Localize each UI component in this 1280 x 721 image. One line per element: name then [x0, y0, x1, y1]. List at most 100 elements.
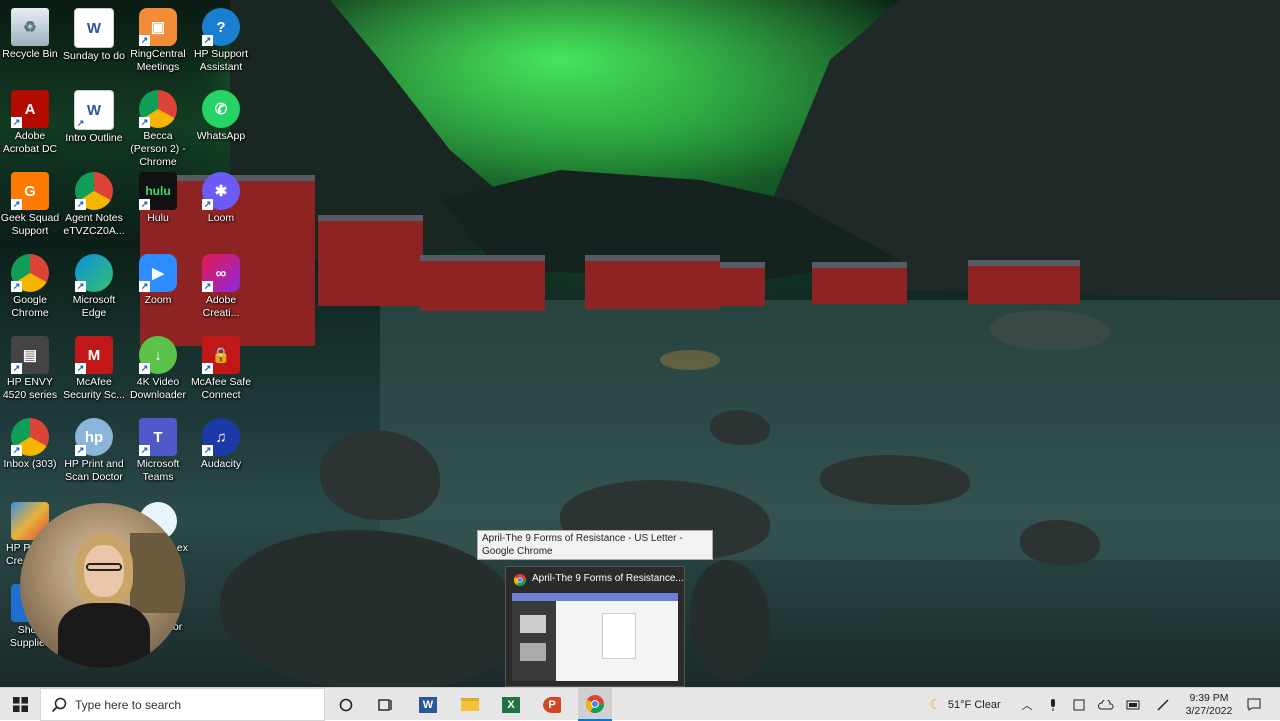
chevron-up-icon: ︿ — [1021, 699, 1033, 712]
zoom-icon: ▶ ↗ — [139, 254, 177, 292]
desktop-icon[interactable]: ♻ Recycle Bin — [0, 4, 62, 84]
notification-center-button[interactable] — [1244, 688, 1264, 721]
desktop-icon[interactable]: ∞ ↗ Adobe Creati... — [189, 250, 253, 330]
desktop-icon-label: Microsoft Teams — [136, 458, 180, 483]
wallpaper-hut — [720, 262, 765, 306]
thumbnail-preview — [512, 593, 678, 681]
clock[interactable]: 9:39 PM 3/27/2022 — [1178, 688, 1240, 721]
webcam-overlay — [20, 503, 185, 668]
tray-pen[interactable] — [1153, 688, 1173, 721]
start-button[interactable] — [0, 688, 40, 721]
desktop-icon[interactable]: M ↗ McAfee Security Sc... — [62, 332, 126, 412]
wallpaper-hut — [318, 215, 423, 306]
edge-icon: ↗ — [75, 254, 113, 292]
taskbar-file-explorer[interactable] — [458, 688, 482, 721]
hp-print-scan-icon: hp ↗ — [75, 418, 113, 456]
shortcut-arrow-icon: ↗ — [202, 199, 213, 210]
weather-moon-icon: ☾ — [929, 696, 942, 712]
desktop-icon[interactable]: ↗ Becca (Person 2) - Chrome — [126, 86, 190, 168]
task-view-button[interactable] — [374, 688, 398, 721]
excel-icon: X — [502, 696, 520, 713]
desktop-icon[interactable]: W ↗ Intro Outline — [62, 86, 126, 166]
shortcut-arrow-icon: ↗ — [139, 363, 150, 374]
desktop-icon[interactable]: ? ↗ HP Support Assistant — [189, 4, 253, 84]
shortcut-arrow-icon: ↗ — [202, 363, 213, 374]
whatsapp-icon: ✆ — [202, 90, 240, 128]
preview-thumb — [520, 615, 546, 633]
shortcut-arrow-icon: ↗ — [139, 35, 150, 46]
audacity-icon: ♫ ↗ — [202, 418, 240, 456]
desktop-icon[interactable]: hp ↗ HP Print and Scan Doctor — [62, 414, 126, 494]
shortcut-arrow-icon: ↗ — [75, 363, 86, 374]
desktop-icon[interactable]: ↗ Microsoft Edge — [62, 250, 126, 330]
tray-meet-now[interactable] — [1070, 688, 1088, 721]
desktop-icon[interactable]: ▣ ↗ RingCentral Meetings — [126, 4, 190, 84]
preview-thumb — [520, 643, 546, 661]
hp-support-icon: ? ↗ — [202, 8, 240, 46]
desktop-icon[interactable]: W Sunday to do — [62, 4, 126, 84]
search-icon — [51, 697, 67, 712]
desktop-icon[interactable]: 🔒 ↗ McAfee Safe Connect — [189, 332, 253, 412]
desktop-icon[interactable]: ✆ WhatsApp — [189, 86, 253, 166]
word-document-icon: W ↗ — [74, 90, 114, 130]
desktop-icon-label: Adobe Creati... — [202, 294, 240, 319]
word-document-icon: W — [74, 8, 114, 48]
desktop-icon[interactable]: T ↗ Microsoft Teams — [126, 414, 190, 494]
desktop-icon-label: HP Support Assistant — [193, 48, 249, 73]
taskbar-powerpoint[interactable]: P — [540, 688, 564, 721]
shortcut-arrow-icon: ↗ — [139, 117, 150, 128]
desktop-icon[interactable]: ↗ Inbox (303) — [0, 414, 62, 494]
cloud-icon — [1098, 699, 1114, 709]
desktop-icon-label: Inbox (303) — [3, 458, 57, 470]
desktop-icon[interactable]: ▤ ↗ HP ENVY 4520 series — [0, 332, 62, 412]
desktop-icon[interactable]: ↗ Google Chrome — [0, 250, 62, 330]
weather-text: 51°F Clear — [947, 698, 1001, 711]
desktop-icon[interactable]: ♫ ↗ Audacity — [189, 414, 253, 494]
desktop-icon-label: Intro Outline — [65, 132, 123, 144]
desktop-icon[interactable]: A ↗ Adobe Acrobat DC — [0, 86, 62, 166]
show-hidden-icons-button[interactable]: ︿ — [1018, 688, 1036, 721]
shortcut-arrow-icon: ↗ — [139, 281, 150, 292]
tray-microphone[interactable] — [1044, 688, 1062, 721]
wallpaper-hut — [585, 255, 720, 309]
loom-icon: ✱ ↗ — [202, 172, 240, 210]
taskbar: Type here to search W X P ☾ 51°F Clear ︿ — [0, 687, 1280, 721]
folder-icon — [461, 698, 479, 711]
powerpoint-icon: P — [543, 696, 561, 713]
shortcut-arrow-icon: ↗ — [75, 281, 86, 292]
tray-onedrive[interactable] — [1096, 688, 1116, 721]
chrome-profile-icon: ↗ — [139, 90, 177, 128]
task-view-icon — [378, 698, 392, 711]
desktop-icon-label: Audacity — [200, 458, 242, 470]
chrome-window-thumbnail[interactable]: April-The 9 Forms of Resistance... — [505, 566, 685, 687]
preview-topbar — [512, 593, 678, 601]
network-icon — [1126, 700, 1140, 709]
desktop-icon[interactable]: G ↗ Geek Squad Support — [0, 168, 62, 248]
tray-network[interactable] — [1123, 688, 1143, 721]
taskbar-chrome-active[interactable] — [578, 688, 612, 721]
desktop-icon[interactable]: ↗ Agent Notes eTVZCZ0A... — [62, 168, 126, 248]
preview-page — [602, 613, 636, 659]
desktop-icon-label: Google Chrome — [11, 294, 49, 319]
taskbar-word[interactable]: W — [416, 688, 440, 721]
mcafee-safe-connect-icon: 🔒 ↗ — [202, 336, 240, 374]
shortcut-arrow-icon: ↗ — [202, 35, 213, 46]
taskbar-excel[interactable]: X — [499, 688, 523, 721]
teams-icon: T ↗ — [139, 418, 177, 456]
desktop-icon[interactable]: ↓ ↗ 4K Video Downloader — [126, 332, 190, 412]
shortcut-arrow-icon: ↗ — [11, 445, 22, 456]
desktop-icon[interactable]: hulu ↗ Hulu — [126, 168, 190, 248]
recycle-bin-icon: ♻ — [11, 8, 49, 46]
desktop-icon-label: Agent Notes eTVZCZ0A... — [63, 212, 125, 237]
weather-widget[interactable]: ☾ 51°F Clear — [920, 688, 1010, 721]
desktop-icon[interactable]: ▶ ↗ Zoom — [126, 250, 190, 330]
cortana-button[interactable] — [334, 688, 358, 721]
taskbar-tooltip: April-The 9 Forms of Resistance - US Let… — [477, 530, 713, 560]
shortcut-arrow-icon: ↗ — [139, 199, 150, 210]
shortcut-arrow-icon: ↗ — [75, 118, 86, 129]
desktop-icon[interactable]: ✱ ↗ Loom — [189, 168, 253, 248]
chrome-icon — [513, 573, 526, 587]
printer-icon: ▤ ↗ — [11, 336, 49, 374]
taskbar-search-box[interactable]: Type here to search — [40, 688, 325, 721]
desktop-icon-label: 4K Video Downloader — [129, 376, 187, 401]
